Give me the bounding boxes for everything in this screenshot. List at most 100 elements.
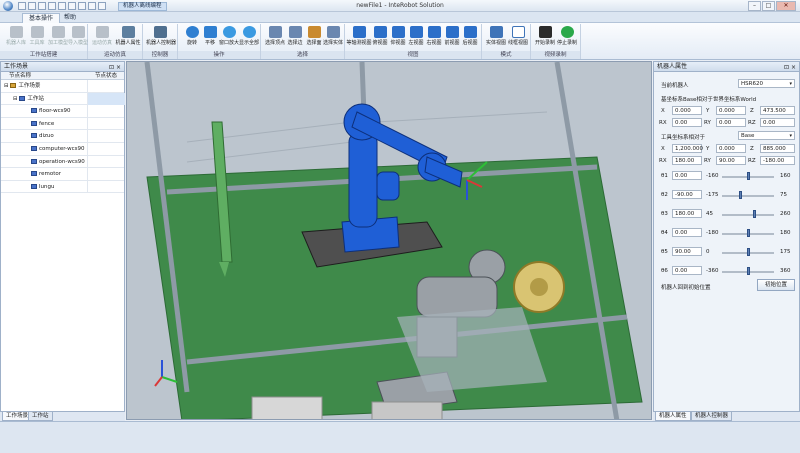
tree-node[interactable]: fence	[1, 117, 124, 131]
reset-position-button[interactable]: 初始位置	[757, 279, 795, 291]
tool-rz-label: RZ	[748, 158, 756, 164]
tool-ry-field[interactable]: 90.00	[716, 156, 746, 165]
record-start-icon	[538, 26, 552, 38]
joint-value-field[interactable]: 180.00	[672, 209, 702, 218]
wireframe-view-button[interactable]: 线框视图	[504, 26, 532, 51]
column-node-status[interactable]: 节点状态	[87, 72, 117, 79]
joint-max-label: 180	[780, 230, 791, 236]
joint-value-field[interactable]: 90.00	[672, 247, 702, 256]
group-controller: 机器人控制器 控制器	[143, 24, 178, 59]
zoom-fit-button[interactable]: 显示全部	[235, 26, 263, 51]
tool-x-field[interactable]: 1,200.000	[672, 144, 703, 153]
tree-node[interactable]: lungu	[1, 180, 124, 194]
scene-panel-tabs: 工作场景 工作站	[0, 411, 125, 421]
robot-properties-panel: 机器人属性 ⊡ × 当前机器人 HSR620 ▾ 基坐标系Base相对于世界坐标系W…	[653, 61, 800, 420]
select-solid-button[interactable]: 选择实体	[319, 26, 347, 51]
group-mode: 实体视图 线框视图 模式	[482, 24, 531, 59]
properties-panel-tabs: 机器人属性 机器人控制器	[653, 411, 800, 421]
tool-ref-select[interactable]: Base ▾	[738, 131, 795, 140]
tool-library-icon	[30, 26, 44, 38]
model-icon	[31, 171, 37, 177]
tool-rx-field[interactable]: 180.00	[672, 156, 702, 165]
slider-thumb[interactable]	[752, 210, 756, 218]
current-robot-select[interactable]: HSR620 ▾	[738, 79, 795, 88]
joint-value-field[interactable]: 0.00	[672, 266, 702, 275]
joint-max-label: 175	[780, 249, 791, 255]
group-label: 选择	[261, 51, 344, 59]
tree-node[interactable]: dizuo	[1, 130, 124, 143]
joint-slider[interactable]	[722, 210, 774, 218]
group-label: 模式	[482, 51, 530, 59]
tool-y-field[interactable]: 0.000	[716, 144, 746, 153]
motion-sim-button[interactable]: 运动仿真	[88, 26, 116, 51]
base-y-field[interactable]: 0.000	[716, 106, 746, 115]
base-z-field[interactable]: 473.500	[760, 106, 795, 115]
record-stop-icon	[560, 26, 574, 38]
joint-value-field[interactable]: -90.00	[672, 190, 702, 199]
pin-icon[interactable]: ⊡ ×	[109, 63, 121, 72]
slider-thumb[interactable]	[746, 248, 750, 256]
joint-slider[interactable]	[722, 229, 774, 237]
slider-thumb[interactable]	[746, 267, 750, 275]
scene-panel-title: 工作场景 ⊡ ×	[1, 62, 124, 72]
3d-viewport[interactable]	[126, 61, 652, 420]
minimize-button[interactable]: –	[748, 1, 761, 11]
tab-station[interactable]: 工作站	[28, 412, 53, 421]
tree-node[interactable]: computer-wcs90	[1, 142, 124, 156]
robot-controller-button[interactable]: 机器人控制器	[146, 26, 176, 51]
tree-node[interactable]: remotor	[1, 168, 124, 181]
tab-robot-properties[interactable]: 机器人属性	[655, 412, 691, 421]
maximize-button[interactable]: □	[762, 1, 775, 11]
base-rz-field[interactable]: 0.00	[760, 118, 795, 127]
select-solid-icon	[326, 26, 340, 38]
base-rz-label: RZ	[748, 120, 756, 126]
back-view-button[interactable]: 后视图	[456, 26, 484, 51]
group-label: 视频录制	[531, 51, 580, 59]
wireframe-view-icon	[511, 26, 525, 38]
tab-robot-controller[interactable]: 机器人控制器	[691, 412, 733, 421]
group-operations: 旋转 平移 窗口放大 显示全部 操作	[178, 24, 261, 59]
base-ry-field[interactable]: 0.00	[716, 118, 746, 127]
group-selection: 选择顶点 选择边 选择面 选择实体 选择	[261, 24, 345, 59]
column-node-name[interactable]: 节点名称	[1, 72, 87, 79]
tab-help[interactable]: 帮助	[58, 13, 82, 23]
slider-thumb[interactable]	[738, 191, 742, 199]
tab-basic-operations[interactable]: 基本操作	[22, 13, 61, 23]
motion-sim-icon	[95, 26, 109, 38]
joint-value-field[interactable]: 0.00	[672, 228, 702, 237]
joint-max-label: 260	[780, 211, 791, 217]
current-robot-label: 当前机器人	[661, 83, 689, 89]
group-label: 工作站搭建	[0, 51, 87, 59]
back-view-icon	[463, 26, 477, 38]
chevron-down-icon: ▾	[789, 81, 792, 87]
slider-thumb[interactable]	[746, 229, 750, 237]
tool-rz-field[interactable]: -180.00	[760, 156, 795, 165]
scene-panel: 工作场景 ⊡ × 节点名称 节点状态 ⊟ 工作场景 ⊟ 工作站 floor-wcs…	[0, 61, 125, 420]
record-stop-button[interactable]: 停止录制	[553, 26, 581, 51]
tree-node[interactable]: operation-wcs90	[1, 155, 124, 169]
tree-node[interactable]: ⊟ 工作站	[1, 92, 125, 106]
joint-label: θ2	[661, 192, 668, 198]
joint-slider[interactable]	[722, 248, 774, 256]
scene-canvas[interactable]	[127, 62, 652, 420]
tree-node[interactable]: floor-wcs90	[1, 105, 124, 118]
joint-max-label: 160	[780, 173, 791, 179]
joint-slider[interactable]	[722, 191, 774, 199]
pin-icon[interactable]: ⊡ ×	[784, 63, 796, 72]
tree-node[interactable]: ⊟ 工作场景	[1, 80, 124, 93]
joint-value-field[interactable]: 0.00	[672, 171, 702, 180]
base-rx-label: RX	[659, 120, 667, 126]
group-label: 控制器	[143, 51, 177, 59]
base-rx-field[interactable]: 0.00	[672, 118, 702, 127]
joint-slider[interactable]	[722, 172, 774, 180]
base-x-field[interactable]: 0.000	[672, 106, 702, 115]
robot-properties-button[interactable]: 机器人属性	[114, 26, 142, 51]
close-button[interactable]: ✕	[776, 1, 796, 11]
tool-z-field[interactable]: 885.000	[760, 144, 795, 153]
solid-view-icon	[489, 26, 503, 38]
ribbon-tabs: 基本操作 帮助	[0, 12, 800, 23]
slider-thumb[interactable]	[746, 172, 750, 180]
group-motion-sim: 运动仿真 机器人属性 运动仿真	[88, 24, 143, 59]
joint-slider[interactable]	[722, 267, 774, 275]
title-bar: 机器人离线编程 newFile1 - InteRobot Solution – …	[0, 0, 800, 12]
